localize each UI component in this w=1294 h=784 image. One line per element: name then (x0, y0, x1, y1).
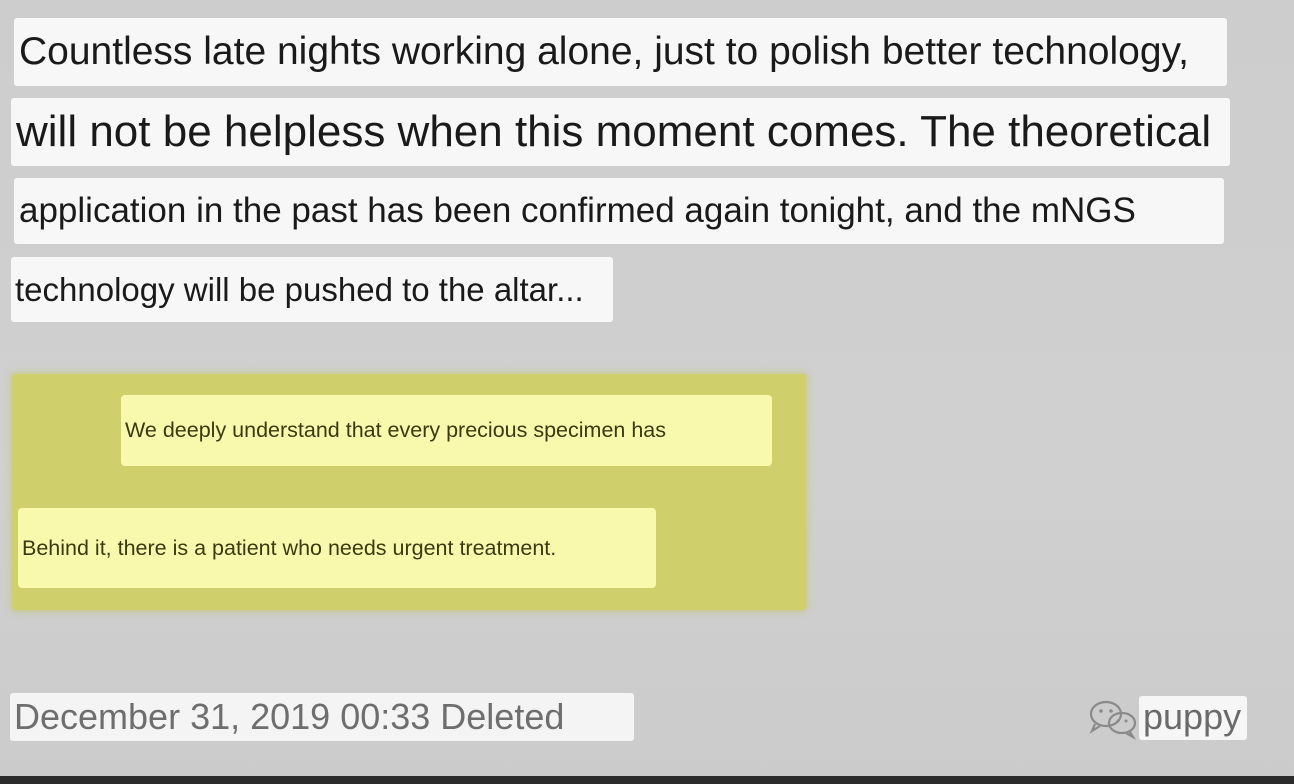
note-line-1-text: We deeply understand that every precious… (125, 418, 666, 442)
watermark-text: puppy (1139, 696, 1248, 740)
caption-line-4-text: technology will be pushed to the altar..… (15, 270, 584, 308)
watermark: puppy (1085, 695, 1248, 741)
caption-line-2: will not be helpless when this moment co… (11, 98, 1230, 166)
caption-line-2-text: will not be helpless when this moment co… (16, 107, 1212, 156)
note-line-2-text: Behind it, there is a patient who needs … (22, 535, 557, 560)
caption-line-1: Countless late nights working alone, jus… (14, 18, 1227, 86)
note-line-1: We deeply understand that every precious… (121, 395, 772, 466)
bottom-bar (0, 776, 1294, 784)
caption-line-3-text: application in the past has been confirm… (19, 191, 1136, 230)
caption-line-3: application in the past has been confirm… (14, 178, 1224, 244)
note-line-2: Behind it, there is a patient who needs … (18, 508, 656, 588)
caption-line-1-text: Countless late nights working alone, jus… (19, 30, 1189, 73)
timestamp-status-text: December 31, 2019 00:33 Deleted (14, 696, 565, 737)
caption-line-4: technology will be pushed to the altar..… (11, 257, 613, 322)
timestamp-status: December 31, 2019 00:33 Deleted (10, 693, 634, 741)
wechat-icon (1089, 700, 1137, 741)
